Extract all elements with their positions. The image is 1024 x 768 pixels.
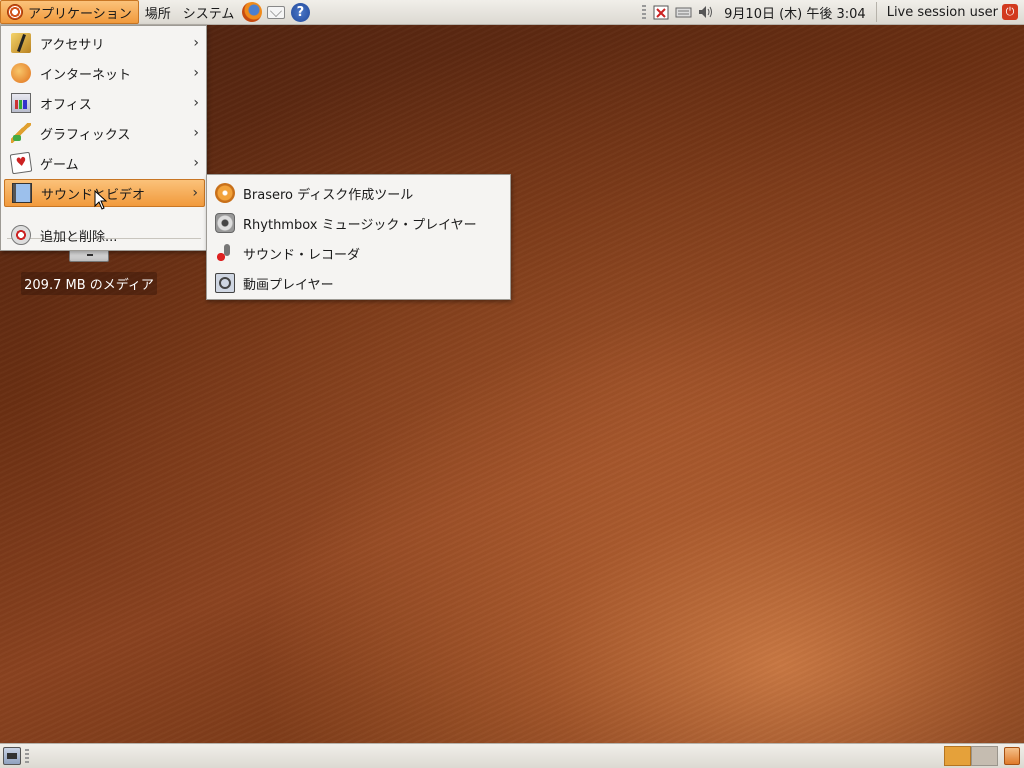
firefox-launcher[interactable]	[241, 1, 263, 23]
chevron-right-icon: ›	[193, 35, 199, 51]
power-icon[interactable]: ⏻	[1002, 4, 1018, 20]
mail-icon	[267, 5, 286, 19]
submenu-item-movie-player[interactable]: 動画プレイヤー	[215, 268, 334, 298]
brasero-icon	[215, 183, 235, 203]
help-icon: ?	[290, 2, 310, 22]
graphics-icon	[11, 123, 31, 143]
user-switcher[interactable]: Live session user	[879, 5, 1002, 20]
sound-video-icon	[12, 183, 32, 203]
media-drive-desktop-icon[interactable]: 209.7 MB のメディア	[20, 248, 158, 295]
places-menu-button[interactable]: 場所	[139, 0, 177, 24]
system-menu-label: システム	[182, 6, 235, 22]
chevron-right-icon: ›	[193, 125, 199, 141]
workspace-1[interactable]	[944, 746, 971, 766]
chevron-right-icon: ›	[193, 155, 199, 171]
menu-item-label: サウンドとビデオ	[41, 187, 146, 203]
media-drive-label: 209.7 MB のメディア	[21, 272, 157, 295]
rhythmbox-icon	[215, 213, 235, 233]
sound-video-submenu: Brasero ディスク作成ツール Rhythmbox ミュージック・プレイヤー…	[206, 174, 511, 300]
panel-grip-icon	[25, 749, 29, 763]
menu-item-label: インターネット	[40, 67, 132, 83]
mail-launcher[interactable]	[265, 1, 287, 23]
ubuntu-logo-icon	[7, 4, 23, 20]
menu-item-graphics[interactable]: グラフィックス ›	[4, 119, 205, 147]
help-launcher[interactable]: ?	[289, 1, 311, 23]
movie-player-icon	[215, 273, 235, 293]
menu-item-internet[interactable]: インターネット ›	[4, 59, 205, 87]
sound-recorder-icon	[215, 243, 235, 263]
submenu-item-label: Rhythmbox ミュージック・プレイヤー	[243, 217, 477, 233]
accessories-icon	[11, 33, 31, 53]
submenu-item-rhythmbox[interactable]: Rhythmbox ミュージック・プレイヤー	[215, 208, 477, 238]
network-status-icon[interactable]	[652, 3, 670, 21]
firefox-icon	[242, 2, 263, 22]
workspace-switcher	[944, 746, 998, 766]
chevron-right-icon: ›	[193, 95, 199, 111]
chevron-right-icon: ›	[192, 185, 198, 201]
games-icon	[9, 151, 33, 175]
internet-icon	[11, 63, 31, 83]
menu-item-accessories[interactable]: アクセサリ ›	[4, 29, 205, 57]
panel-tray: 9月10日 (木) 午後 3:04 Live session user ⏻	[638, 0, 1024, 24]
menu-item-label: 追加と削除...	[40, 229, 118, 245]
workspace-2[interactable]	[971, 746, 998, 766]
places-menu-label: 場所	[144, 6, 171, 22]
chevron-right-icon: ›	[193, 65, 199, 81]
clock[interactable]: 9月10日 (木) 午後 3:04	[716, 3, 874, 22]
menu-item-office[interactable]: オフィス ›	[4, 89, 205, 117]
submenu-item-sound-recorder[interactable]: サウンド・レコーダ	[215, 238, 360, 268]
volume-icon[interactable]	[696, 3, 714, 21]
menu-item-label: グラフィックス	[40, 127, 131, 143]
show-desktop-icon[interactable]	[3, 747, 21, 765]
menu-item-label: オフィス	[40, 97, 92, 113]
menu-item-label: アクセサリ	[40, 37, 105, 53]
submenu-item-label: 動画プレイヤー	[243, 277, 334, 293]
panel-grip-icon	[642, 5, 647, 19]
keyboard-layout-icon[interactable]	[674, 3, 692, 21]
menu-item-label: ゲーム	[40, 157, 79, 173]
submenu-item-label: Brasero ディスク作成ツール	[243, 187, 414, 203]
applications-menu: アクセサリ › インターネット › オフィス › グラフィックス › ゲーム ›…	[0, 25, 207, 251]
menu-item-games[interactable]: ゲーム ›	[4, 149, 205, 177]
top-panel: アプリケーション 場所 システム ? 9月10日 (木) 午後 3:04 Liv…	[0, 0, 1024, 25]
mouse-cursor-icon	[94, 190, 108, 210]
applications-menu-label: アプリケーション	[28, 6, 132, 22]
panel-separator	[875, 2, 877, 22]
system-menu-button[interactable]: システム	[177, 0, 241, 24]
trash-icon[interactable]	[1004, 747, 1020, 765]
bottom-panel	[0, 743, 1024, 768]
applications-menu-button[interactable]: アプリケーション	[0, 0, 139, 24]
submenu-item-brasero[interactable]: Brasero ディスク作成ツール	[215, 178, 413, 208]
add-remove-icon	[11, 225, 31, 245]
office-icon	[11, 93, 31, 113]
submenu-item-label: サウンド・レコーダ	[243, 247, 361, 263]
menu-item-add-remove[interactable]: 追加と削除...	[4, 221, 205, 249]
